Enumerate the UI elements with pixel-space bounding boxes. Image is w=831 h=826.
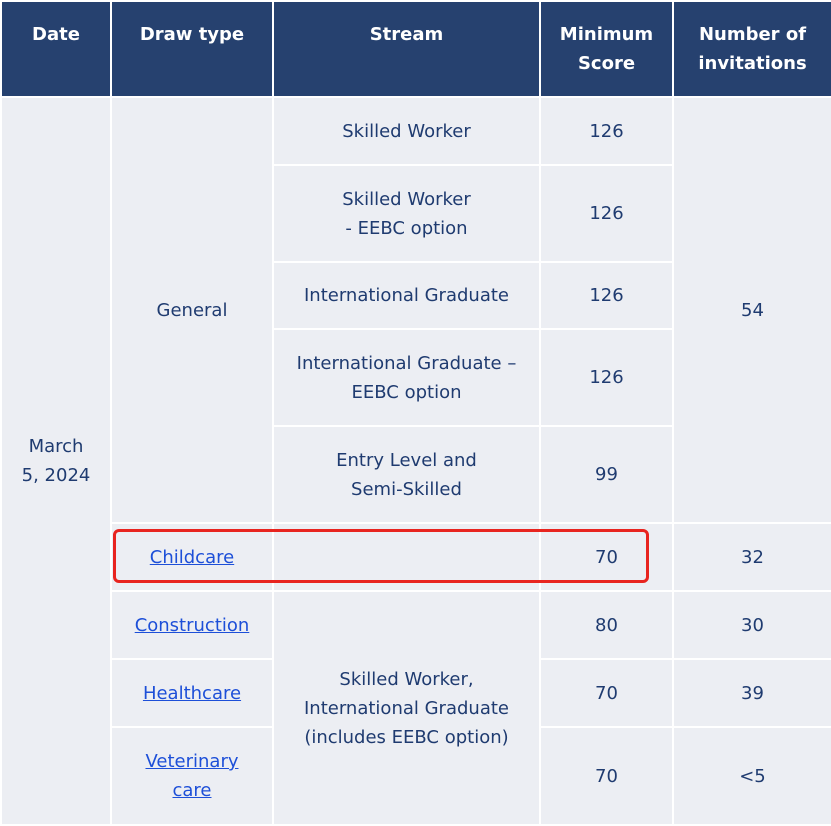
stream-cell: Skilled Worker - EEBC option xyxy=(272,164,541,263)
table-row-construction: Construction Skilled Worker, Internationa… xyxy=(1,590,831,826)
header-draw-type: Draw type xyxy=(110,0,274,98)
score-cell: 126 xyxy=(539,164,674,263)
table-header-row: Date Draw type Stream Minimum Score Numbe… xyxy=(0,0,831,98)
header-invitations: Number of invitations xyxy=(672,0,831,98)
construction-link[interactable]: Construction xyxy=(135,615,250,636)
date-cell: March 5, 2024 xyxy=(0,96,112,826)
stream-cell-childcare xyxy=(272,522,541,592)
score-cell: 70 xyxy=(539,726,674,826)
draw-results-table: Date Draw type Stream Minimum Score Numbe… xyxy=(0,0,831,826)
veterinary-care-link[interactable]: Veterinary care xyxy=(145,751,238,801)
invitations-cell: 32 xyxy=(672,522,831,592)
draw-type-childcare: Childcare xyxy=(110,522,274,592)
score-cell: 126 xyxy=(539,261,674,330)
score-cell: 70 xyxy=(539,658,674,728)
header-date: Date xyxy=(0,0,112,98)
stream-cell: International Graduate xyxy=(272,261,541,330)
childcare-link[interactable]: Childcare xyxy=(150,547,234,568)
score-cell: 80 xyxy=(539,590,674,660)
score-cell: 126 xyxy=(539,328,674,427)
draw-results-view: Date Draw type Stream Minimum Score Numbe… xyxy=(0,0,831,826)
draw-type-healthcare: Healthcare xyxy=(110,658,274,728)
header-minimum-score: Minimum Score xyxy=(539,0,674,98)
stream-cell: International Graduate – EEBC option xyxy=(272,328,541,427)
invitations-cell: 39 xyxy=(672,658,831,728)
table-row-childcare: Childcare 70 32 xyxy=(1,522,831,592)
score-cell: 126 xyxy=(539,96,674,166)
draw-type-veterinary: Veterinary care xyxy=(110,726,274,826)
draw-type-construction: Construction xyxy=(110,590,274,660)
score-cell: 70 xyxy=(539,522,674,592)
invitations-general: 54 xyxy=(672,96,831,524)
invitations-cell: <5 xyxy=(672,726,831,826)
draw-type-general: General xyxy=(110,96,274,524)
score-cell: 99 xyxy=(539,425,674,524)
stream-cell: Entry Level and Semi-Skilled xyxy=(272,425,541,524)
invitations-cell: 30 xyxy=(672,590,831,660)
healthcare-link[interactable]: Healthcare xyxy=(143,683,241,704)
stream-cell-targeted: Skilled Worker, International Graduate (in… xyxy=(272,590,541,826)
table-row: March 5, 2024 General Skilled Worker 126 … xyxy=(0,96,831,826)
header-stream: Stream xyxy=(272,0,541,98)
stream-cell: Skilled Worker xyxy=(272,96,541,166)
